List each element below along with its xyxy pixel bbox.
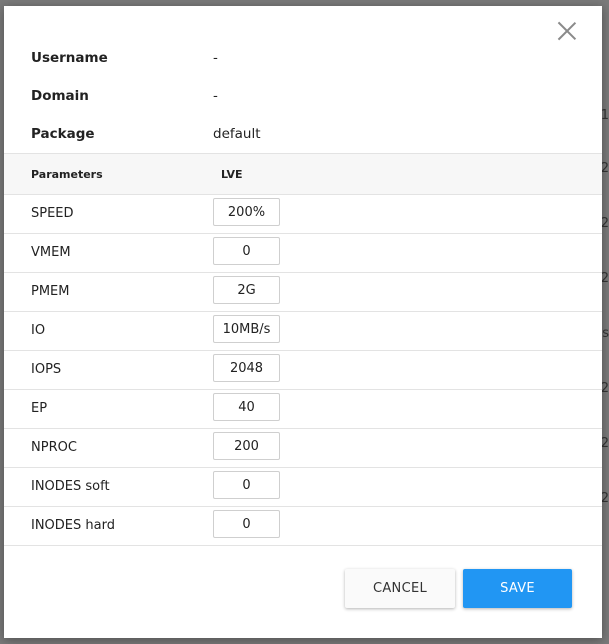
ep-input[interactable] [213,393,280,421]
parameters-header: Parameters [31,168,103,181]
inodes-soft-input[interactable] [213,471,280,499]
username-label: Username [31,50,108,66]
speed-label: SPEED [31,206,74,221]
iops-input[interactable] [213,354,280,382]
inodes-hard-input[interactable] [213,510,280,538]
table-row: PMEM [4,273,602,312]
username-value: - [213,50,218,66]
pmem-input[interactable] [213,276,280,304]
package-value: default [213,126,261,142]
table-row: VMEM [4,234,602,273]
edit-limits-dialog: Username - Domain - Package default Para… [4,6,602,638]
table-header: Parameters LVE [4,153,602,195]
table-row: IOPS [4,351,602,390]
limits-table: Parameters LVE SPEED VMEM PMEM IO IOPS E… [4,153,602,546]
table-row: SPEED [4,195,602,234]
table-row: INODES hard [4,507,602,546]
domain-label: Domain [31,88,89,104]
speed-input[interactable] [213,198,280,226]
table-row: IO [4,312,602,351]
backdrop-text: s [602,326,609,341]
domain-value: - [213,88,218,104]
close-icon[interactable] [558,22,576,40]
lve-header: LVE [221,168,243,181]
nproc-label: NPROC [31,440,77,455]
save-button[interactable]: SAVE [463,569,572,608]
io-input[interactable] [213,315,280,343]
table-row: EP [4,390,602,429]
vmem-label: VMEM [31,245,71,260]
vmem-input[interactable] [213,237,280,265]
package-label: Package [31,126,95,142]
io-label: IO [31,323,46,338]
table-row: NPROC [4,429,602,468]
iops-label: IOPS [31,362,62,377]
table-row: INODES soft [4,468,602,507]
inodes-hard-label: INODES hard [31,518,115,533]
inodes-soft-label: INODES soft [31,479,110,494]
nproc-input[interactable] [213,432,280,460]
ep-label: EP [31,401,48,416]
cancel-button[interactable]: CANCEL [345,569,455,608]
pmem-label: PMEM [31,284,70,299]
